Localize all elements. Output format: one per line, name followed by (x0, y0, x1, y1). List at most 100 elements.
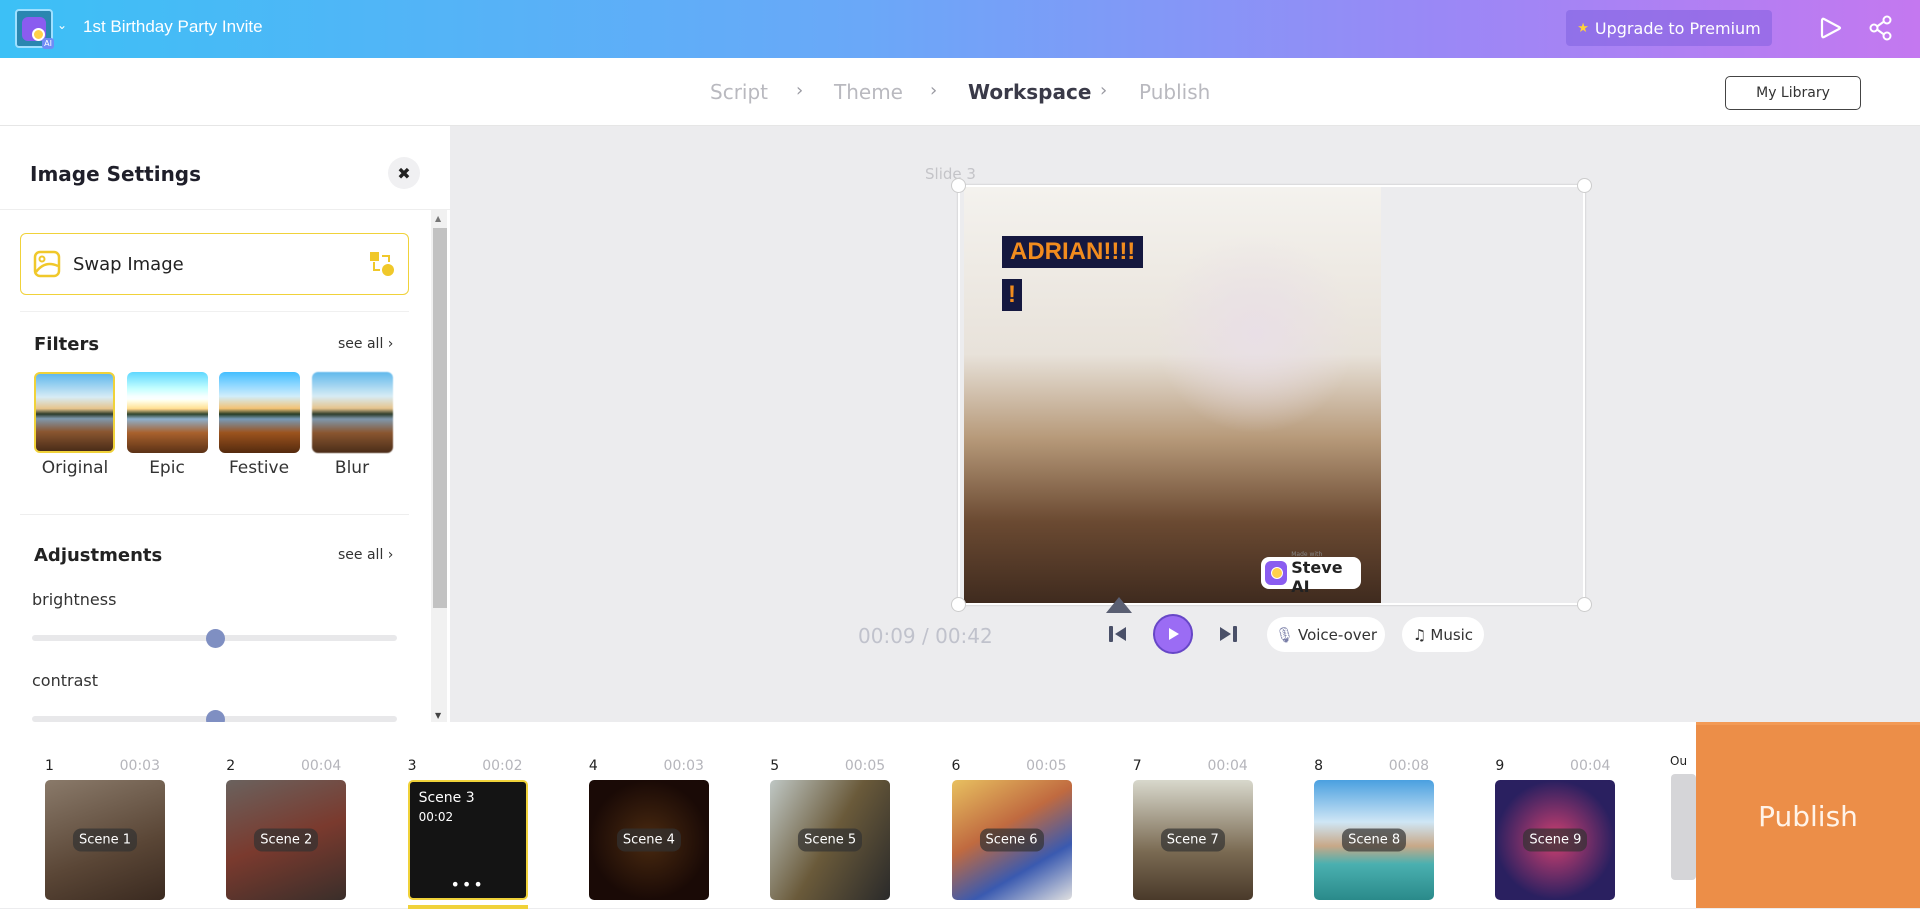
scene-number: 8 (1314, 758, 1324, 774)
chevron-right-icon: › (796, 80, 804, 101)
selection-box[interactable] (951, 178, 1592, 612)
play-preview-icon[interactable] (1818, 15, 1844, 41)
scene-label: Scene 9 (1523, 828, 1588, 852)
scene-number: 2 (226, 758, 236, 774)
scene-number: 7 (1132, 758, 1142, 774)
play-button[interactable] (1153, 614, 1193, 654)
skip-back-icon[interactable] (1108, 625, 1128, 643)
brightness-label: brightness (32, 590, 117, 609)
play-icon (1169, 628, 1179, 640)
step-workspace[interactable]: Workspace (968, 80, 1091, 104)
voice-over-button[interactable]: 🎙 Voice-over (1267, 617, 1385, 652)
upgrade-button[interactable]: ★ Upgrade to Premium (1566, 10, 1772, 46)
scrollbar-thumb[interactable] (433, 228, 447, 608)
music-note-icon: ♫ (1412, 625, 1427, 644)
resize-handle[interactable] (951, 597, 966, 612)
filter-original[interactable] (34, 372, 115, 453)
scene-label: Scene 5 (798, 828, 863, 852)
resize-handle[interactable] (1577, 597, 1592, 612)
scene-duration: 00:05 (844, 758, 886, 774)
filter-label: Blur (334, 458, 370, 478)
steve-ai-logo (1265, 561, 1288, 585)
scene-number: 1 (45, 758, 54, 774)
steve-ai-watermark: Made with Steve AI (1261, 551, 1361, 594)
microphone-icon: 🎙 (1274, 625, 1294, 644)
filter-festive[interactable] (219, 372, 300, 453)
scene-number: 6 (951, 758, 961, 774)
top-bar: AI ⌄ 1st Birthday Party Invite ★ Upgrade … (0, 0, 1920, 58)
outro-scene[interactable]: Ou (1670, 722, 1696, 908)
filters-title: Filters (34, 334, 100, 355)
chevron-down-icon[interactable]: ⌄ (57, 18, 67, 32)
slider-knob[interactable] (205, 629, 225, 648)
scene-label: Scene 2 (254, 828, 319, 852)
scene-thumbnail[interactable]: Scene 5 (770, 780, 891, 900)
scene-thumbnail[interactable]: Scene 2 (226, 780, 347, 900)
chevron-right-icon: › (387, 547, 394, 563)
panel-scrollbar[interactable]: ▲ ▼ (431, 210, 447, 722)
scene-label: Scene 1 (72, 828, 138, 852)
scene-label: Scene 7 (1160, 828, 1225, 852)
close-icon[interactable]: ✖ (388, 157, 420, 189)
scene-duration: 00:05 (1026, 758, 1067, 774)
filters-see-all[interactable]: see all › (338, 336, 393, 352)
scene-thumbnail[interactable]: Scene 4 (588, 780, 709, 900)
swap-image-button[interactable]: Swap Image (20, 233, 409, 295)
filter-label: Festive (228, 458, 290, 478)
contrast-label: contrast (32, 671, 98, 690)
step-nav: Script › Theme › Workspace › Publish (0, 58, 1920, 126)
panel-title: Image Settings (30, 162, 202, 186)
skip-forward-icon[interactable] (1218, 625, 1238, 643)
scene-timeline: 1 00:03 Scene 1 2 00:04 Scene 2 3 00:02 Sc… (0, 722, 1696, 909)
more-options-icon[interactable]: ••• (410, 875, 526, 894)
outro-thumbnail[interactable] (1671, 774, 1696, 880)
chevron-right-icon: › (387, 336, 394, 352)
publish-button[interactable]: Publish (1696, 722, 1920, 908)
scene-duration: 00:02 (482, 758, 523, 774)
adjustments-title: Adjustments (34, 545, 163, 566)
step-theme[interactable]: Theme (834, 80, 903, 104)
filter-label: Epic (149, 458, 185, 478)
slide-label: Slide 3 (925, 165, 976, 183)
chevron-right-icon: › (1100, 80, 1108, 101)
scroll-down-icon[interactable]: ▼ (435, 711, 441, 720)
project-title[interactable]: 1st Birthday Party Invite (83, 17, 263, 37)
scene-thumbnail[interactable]: Scene 1 (45, 780, 165, 900)
scene-number: 3 (407, 758, 417, 774)
share-icon[interactable] (1868, 15, 1894, 41)
scene-thumbnail[interactable]: Scene 9 (1495, 780, 1616, 900)
brightness-slider[interactable] (32, 629, 397, 648)
scene-thumbnail[interactable]: Scene 7 (1132, 780, 1253, 900)
step-script[interactable]: Script (710, 80, 768, 104)
divider (20, 311, 409, 312)
scene-duration: 00:04 (1570, 758, 1611, 774)
scene-thumbnail[interactable]: Scene 3 00:02 ••• (407, 780, 528, 900)
scene-label: Scene 6 (979, 828, 1044, 852)
scene-thumbnail[interactable]: Scene 6 (951, 780, 1072, 900)
scroll-up-icon[interactable]: ▲ (435, 214, 441, 223)
timecode: 00:09 / 00:42 (858, 624, 993, 648)
music-button[interactable]: ♫ Music (1402, 617, 1484, 652)
scene-thumbnail[interactable]: Scene 8 (1314, 780, 1435, 900)
scene-number: 9 (1495, 758, 1505, 774)
resize-handle[interactable] (951, 178, 966, 193)
image-settings-panel: Image Settings ✖ Swap Image Filters see … (0, 126, 450, 729)
filter-epic[interactable] (127, 372, 208, 453)
playhead-marker[interactable] (1106, 597, 1132, 613)
filter-blur[interactable] (312, 372, 393, 453)
chevron-right-icon: › (930, 80, 938, 101)
filter-label: Original (41, 458, 109, 478)
scene-duration: 00:04 (300, 758, 342, 774)
scene-duration: 00:04 (1207, 758, 1248, 774)
scene-label: Scene 4 (616, 828, 681, 852)
resize-handle[interactable] (1577, 178, 1592, 193)
divider (0, 209, 450, 210)
my-library-button[interactable]: My Library (1725, 76, 1861, 110)
adjustments-see-all[interactable]: see all › (338, 547, 393, 563)
step-publish[interactable]: Publish (1139, 80, 1210, 104)
scene-label: Scene 8 (1342, 828, 1407, 852)
app-logo[interactable]: AI (15, 9, 54, 49)
scene-duration: 00:03 (663, 758, 704, 774)
divider (20, 514, 409, 515)
star-icon: ★ (1577, 20, 1589, 36)
